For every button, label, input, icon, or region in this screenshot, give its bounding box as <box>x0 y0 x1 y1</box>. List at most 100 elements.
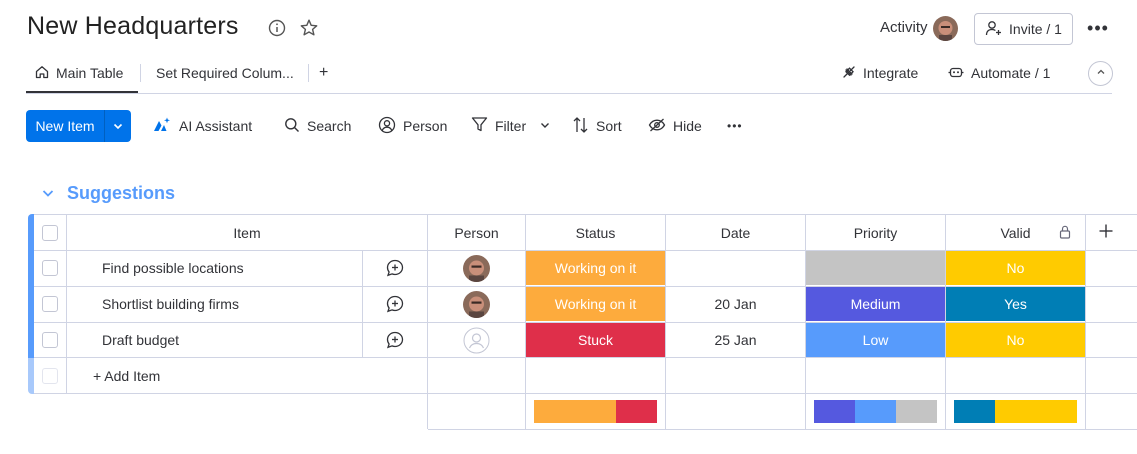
item-name[interactable]: Shortlist building firms <box>67 287 362 321</box>
row-checkbox[interactable] <box>42 296 58 312</box>
column-header-person[interactable]: Person <box>428 215 525 250</box>
person-label: Person <box>403 118 448 134</box>
row-select-cell[interactable] <box>34 251 66 285</box>
add-view-button[interactable]: + <box>319 62 328 84</box>
column-header-item[interactable]: Item <box>67 215 427 250</box>
board-title[interactable]: New Headquarters <box>27 12 239 41</box>
person-avatar[interactable] <box>463 290 490 318</box>
add-item-button[interactable]: + Add Item <box>93 358 160 393</box>
integrate-label: Integrate <box>863 65 919 81</box>
search-button[interactable]: Search <box>284 116 351 136</box>
ai-assistant-button[interactable]: AI Assistant <box>152 116 252 136</box>
robot-icon <box>947 64 965 83</box>
group-collapse-chevron-icon[interactable] <box>41 186 55 200</box>
eye-hidden-icon <box>648 117 666 136</box>
row-select-cell[interactable] <box>34 323 66 357</box>
column-header-valid[interactable]: Valid <box>946 215 1085 250</box>
filter-button[interactable]: Filter <box>471 116 526 136</box>
status-cell[interactable]: Stuck <box>526 323 665 357</box>
row-select-cell[interactable] <box>34 287 66 321</box>
new-item-label[interactable]: New Item <box>26 110 104 142</box>
select-all-cell[interactable] <box>34 215 66 250</box>
sort-button[interactable]: Sort <box>572 116 622 136</box>
new-item-button[interactable]: New Item <box>26 110 131 142</box>
date-cell[interactable]: 20 Jan <box>666 287 805 321</box>
group-title[interactable]: Suggestions <box>67 183 175 204</box>
info-icon[interactable] <box>267 18 289 40</box>
add-person-icon <box>985 19 1003 40</box>
tab-divider <box>140 64 141 82</box>
select-all-checkbox[interactable] <box>42 224 58 241</box>
add-column-button[interactable] <box>1086 215 1126 250</box>
add-update-icon[interactable] <box>363 323 427 357</box>
date-cell[interactable]: 25 Jan <box>666 323 805 357</box>
valid-summary-segment <box>994 400 1077 423</box>
filter-dropdown[interactable] <box>539 116 551 136</box>
valid-cell[interactable]: No <box>946 251 1085 285</box>
search-label: Search <box>307 118 352 134</box>
priority-cell[interactable]: Low <box>806 323 945 357</box>
tab-label: Main Table <box>56 65 124 81</box>
chevron-down-icon[interactable] <box>105 120 131 132</box>
priority-summary-segment <box>814 400 855 423</box>
add-item-checkbox-cell <box>34 358 66 393</box>
star-icon[interactable] <box>298 17 320 39</box>
person-filter-button[interactable]: Person <box>378 116 447 136</box>
person-cell[interactable] <box>428 287 525 321</box>
row-checkbox[interactable] <box>42 260 58 276</box>
automate-button[interactable]: Automate / 1 <box>947 62 1050 84</box>
priority-summary-bar[interactable] <box>814 400 937 423</box>
column-header-valid-label: Valid <box>1000 224 1031 241</box>
priority-cell[interactable]: Medium <box>806 287 945 321</box>
priority-cell[interactable] <box>806 251 945 285</box>
user-avatar[interactable] <box>933 16 958 41</box>
add-update-icon[interactable] <box>363 251 427 285</box>
column-header-date[interactable]: Date <box>666 215 805 250</box>
activity-label[interactable]: Activity <box>880 19 928 36</box>
ai-assistant-icon <box>152 116 172 137</box>
row-divider <box>34 393 1137 394</box>
tabs-divider <box>26 93 1112 94</box>
status-cell[interactable]: Working on it <box>526 287 665 321</box>
collapse-header-button[interactable] <box>1088 61 1113 86</box>
person-avatar[interactable] <box>463 254 490 282</box>
automate-label: Automate / 1 <box>971 65 1051 81</box>
status-summary-segment <box>534 400 617 423</box>
item-name[interactable]: Find possible locations <box>67 251 362 285</box>
toolbar-more-icon[interactable]: ••• <box>727 116 743 136</box>
tab-set-required-columns[interactable]: Set Required Colum... <box>156 62 294 84</box>
empty-person-icon[interactable] <box>463 327 490 354</box>
hide-button[interactable]: Hide <box>648 116 702 136</box>
person-cell[interactable] <box>428 323 525 357</box>
chevron-up-icon <box>1095 66 1107 81</box>
hide-label: Hide <box>673 118 702 134</box>
column-header-priority[interactable]: Priority <box>806 215 945 250</box>
priority-summary-segment <box>895 400 937 423</box>
tab-label: Set Required Colum... <box>156 65 294 81</box>
date-cell[interactable] <box>666 251 805 285</box>
valid-cell[interactable]: Yes <box>946 287 1085 321</box>
integrate-button[interactable]: Integrate <box>841 62 918 84</box>
invite-button[interactable]: Invite / 1 <box>974 13 1073 45</box>
add-update-icon[interactable] <box>363 287 427 321</box>
more-options-icon[interactable]: ••• <box>1087 17 1109 39</box>
add-item-checkbox <box>42 367 58 384</box>
filter-icon <box>471 116 488 136</box>
valid-summary-segment <box>954 400 995 423</box>
column-header-status[interactable]: Status <box>526 215 665 250</box>
summary-border <box>428 429 1137 430</box>
person-cell[interactable] <box>428 251 525 285</box>
tab-main-table[interactable]: Main Table <box>34 62 123 84</box>
valid-cell[interactable]: No <box>946 323 1085 357</box>
integrate-icon <box>841 64 857 83</box>
sort-icon <box>572 116 589 137</box>
valid-summary-bar[interactable] <box>954 400 1077 423</box>
filter-label: Filter <box>495 118 527 134</box>
status-cell[interactable]: Working on it <box>526 251 665 285</box>
row-checkbox[interactable] <box>42 332 58 348</box>
status-summary-bar[interactable] <box>534 400 657 423</box>
row-divider <box>34 357 1137 358</box>
item-name[interactable]: Draft budget <box>67 323 362 357</box>
status-summary-segment <box>616 400 657 423</box>
priority-summary-segment <box>854 400 896 423</box>
